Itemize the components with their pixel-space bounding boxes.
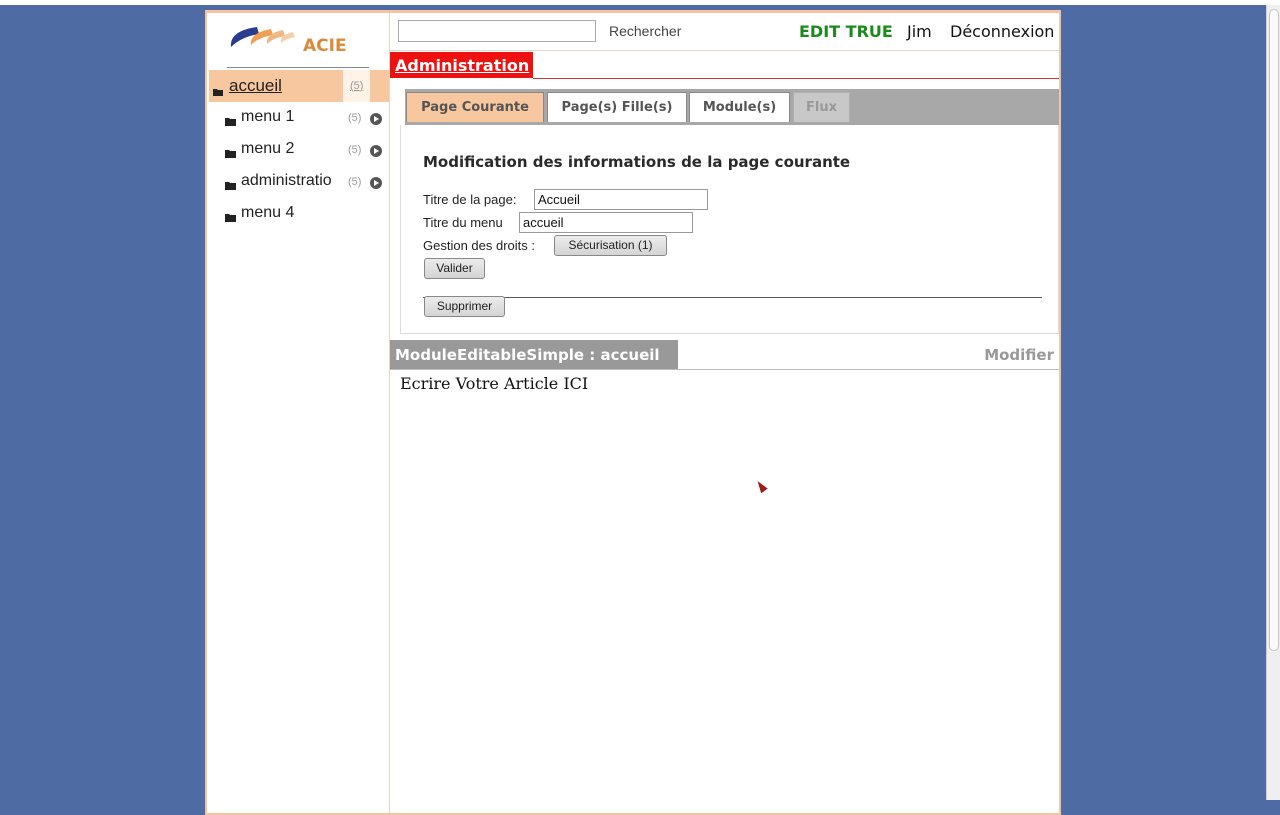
sidebar-item-menu-1[interactable]: menu 1 (5) (209, 103, 389, 133)
module-title-bar: ModuleEditableSimple : accueil (390, 340, 678, 369)
rights-label: Gestion des droits : (423, 238, 535, 253)
folder-icon (225, 209, 236, 222)
tab-modules[interactable]: Module(s) (689, 92, 790, 122)
logout-link[interactable]: Déconnexion (950, 22, 1054, 41)
sidebar-item-label: menu 4 (241, 204, 295, 221)
sidebar-item-count: (5) (348, 112, 362, 124)
user-name[interactable]: Jim (907, 22, 932, 41)
expand-arrow-icon[interactable] (370, 177, 382, 189)
menu-title-label: Titre du menu (423, 215, 503, 230)
tab-flux: Flux (793, 92, 850, 122)
folder-icon (225, 177, 236, 190)
open-folder-icon (213, 83, 224, 96)
sidebar-item-administration[interactable]: administratio (5) (209, 167, 389, 197)
panel-title: Modification des informations de la page… (423, 153, 851, 171)
logo-text: ACIE (303, 36, 347, 56)
module-title: ModuleEditableSimple : accueil (395, 346, 660, 364)
sidebar-item-label: accueil (229, 76, 282, 95)
page-title-input[interactable] (534, 189, 708, 210)
header-divider (390, 50, 1059, 51)
menu-title-input[interactable] (519, 212, 693, 233)
expand-arrow-icon[interactable] (370, 145, 382, 157)
folder-icon (225, 145, 236, 158)
page-title-label: Titre de la page: (423, 192, 517, 207)
page-scrollbar[interactable] (1266, 5, 1280, 800)
sidebar-item-label: menu 1 (241, 108, 295, 125)
tabs-bar: Page Courante Page(s) Fille(s) Module(s)… (405, 89, 1059, 125)
sidebar-item-menu-4[interactable]: menu 4 (209, 199, 389, 229)
administration-divider (533, 78, 1059, 79)
form-divider (423, 297, 1042, 298)
delete-button[interactable]: Supprimer (424, 296, 505, 317)
folder-icon (225, 113, 236, 126)
browser-top-strip (0, 0, 1280, 5)
sidebar-item-label: administratio (241, 172, 332, 189)
module-modify-button[interactable]: Modifier (984, 346, 1054, 364)
security-button[interactable]: Sécurisation (1) (554, 235, 667, 256)
main-content: Rechercher EDIT TRUE Jim Déconnexion Adm… (390, 13, 1059, 813)
sidebar: ACIE accueil (5) menu 1 (5) menu 2 (5) a… (207, 13, 390, 813)
sidebar-item-count: (5) (348, 144, 362, 156)
mouse-cursor-icon (754, 478, 768, 494)
module-article-text[interactable]: Ecrire Votre Article ICI (400, 374, 588, 393)
sidebar-item-menu-2[interactable]: menu 2 (5) (209, 135, 389, 165)
search-input[interactable] (398, 20, 596, 42)
page-edit-panel: Modification des informations de la page… (400, 125, 1059, 334)
administration-link[interactable]: Administration (395, 56, 529, 75)
expand-arrow-icon[interactable] (370, 113, 382, 125)
administration-header[interactable]: Administration (390, 52, 533, 78)
edit-status[interactable]: EDIT TRUE (799, 22, 893, 41)
sidebar-item-count: (5) (348, 176, 362, 188)
validate-button[interactable]: Valider (424, 258, 485, 279)
search-label[interactable]: Rechercher (609, 23, 681, 39)
sidebar-item-label: menu 2 (241, 140, 295, 157)
acie-logo[interactable]: ACIE (227, 21, 369, 68)
sidebar-item-accueil[interactable]: accueil (5) (209, 70, 389, 102)
sidebar-item-count[interactable]: (5) (343, 70, 371, 102)
page-frame: ACIE accueil (5) menu 1 (5) menu 2 (5) a… (205, 10, 1061, 815)
tab-page-courante[interactable]: Page Courante (406, 92, 544, 122)
module-divider (390, 369, 1059, 370)
tab-pages-filles[interactable]: Page(s) Fille(s) (547, 92, 687, 122)
scrollbar-thumb[interactable] (1269, 9, 1279, 651)
